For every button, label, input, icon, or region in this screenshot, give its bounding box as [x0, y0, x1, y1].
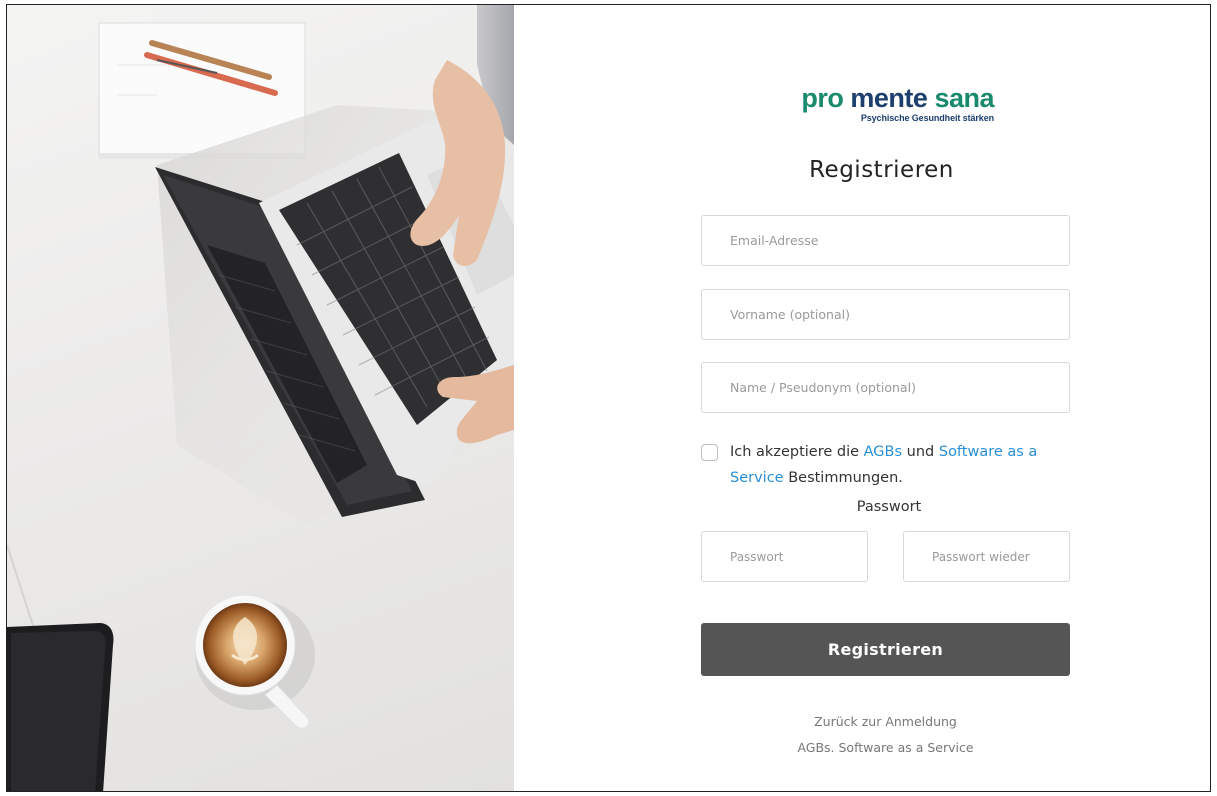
tablet — [7, 623, 114, 791]
footer-links: Zurück zur Anmeldung AGBs. Software as a… — [701, 709, 1070, 761]
password-repeat-input[interactable] — [903, 531, 1070, 582]
coffee-cup — [194, 594, 315, 729]
consent-prefix: Ich akzeptiere die — [730, 444, 860, 460]
password-label: Passwort — [856, 499, 922, 515]
logo-word-mente: mente — [850, 83, 928, 113]
register-button[interactable]: Registrieren — [701, 623, 1070, 676]
logo-word-sana: sana — [934, 83, 994, 113]
back-to-login-link[interactable]: Zurück zur Anmeldung — [701, 709, 1070, 735]
logo-wordmark: pro mente sana — [779, 83, 994, 113]
logo-tagline: Psychische Gesundheit stärken — [860, 113, 994, 123]
laptop-desk-illustration — [7, 5, 514, 791]
terms-checkbox[interactable] — [701, 444, 718, 461]
terms-consent-text: Ich akzeptiere die AGBs und Software as … — [701, 439, 1076, 491]
agb-link[interactable]: AGBs — [864, 444, 902, 460]
pro-mente-sana-logo: pro mente sana Psychische Gesundheit stä… — [779, 83, 994, 124]
page-frame: pro mente sana Psychische Gesundheit stä… — [6, 4, 1211, 792]
name-pseudonym-input[interactable] — [701, 362, 1070, 413]
consent-middle: und — [906, 444, 935, 460]
email-input[interactable] — [701, 215, 1070, 266]
firstname-input[interactable] — [701, 289, 1070, 340]
terms-consent: Ich akzeptiere die AGBs und Software as … — [701, 439, 1076, 491]
hero-photo — [7, 5, 514, 791]
terms-saas-link[interactable]: AGBs. Software as a Service — [701, 735, 1070, 761]
register-panel: pro mente sana Psychische Gesundheit stä… — [514, 5, 1210, 791]
logo-word-pro: pro — [801, 83, 844, 113]
password-input[interactable] — [701, 531, 868, 582]
page-title: Registrieren — [809, 157, 954, 183]
consent-suffix: Bestimmungen. — [788, 470, 903, 486]
